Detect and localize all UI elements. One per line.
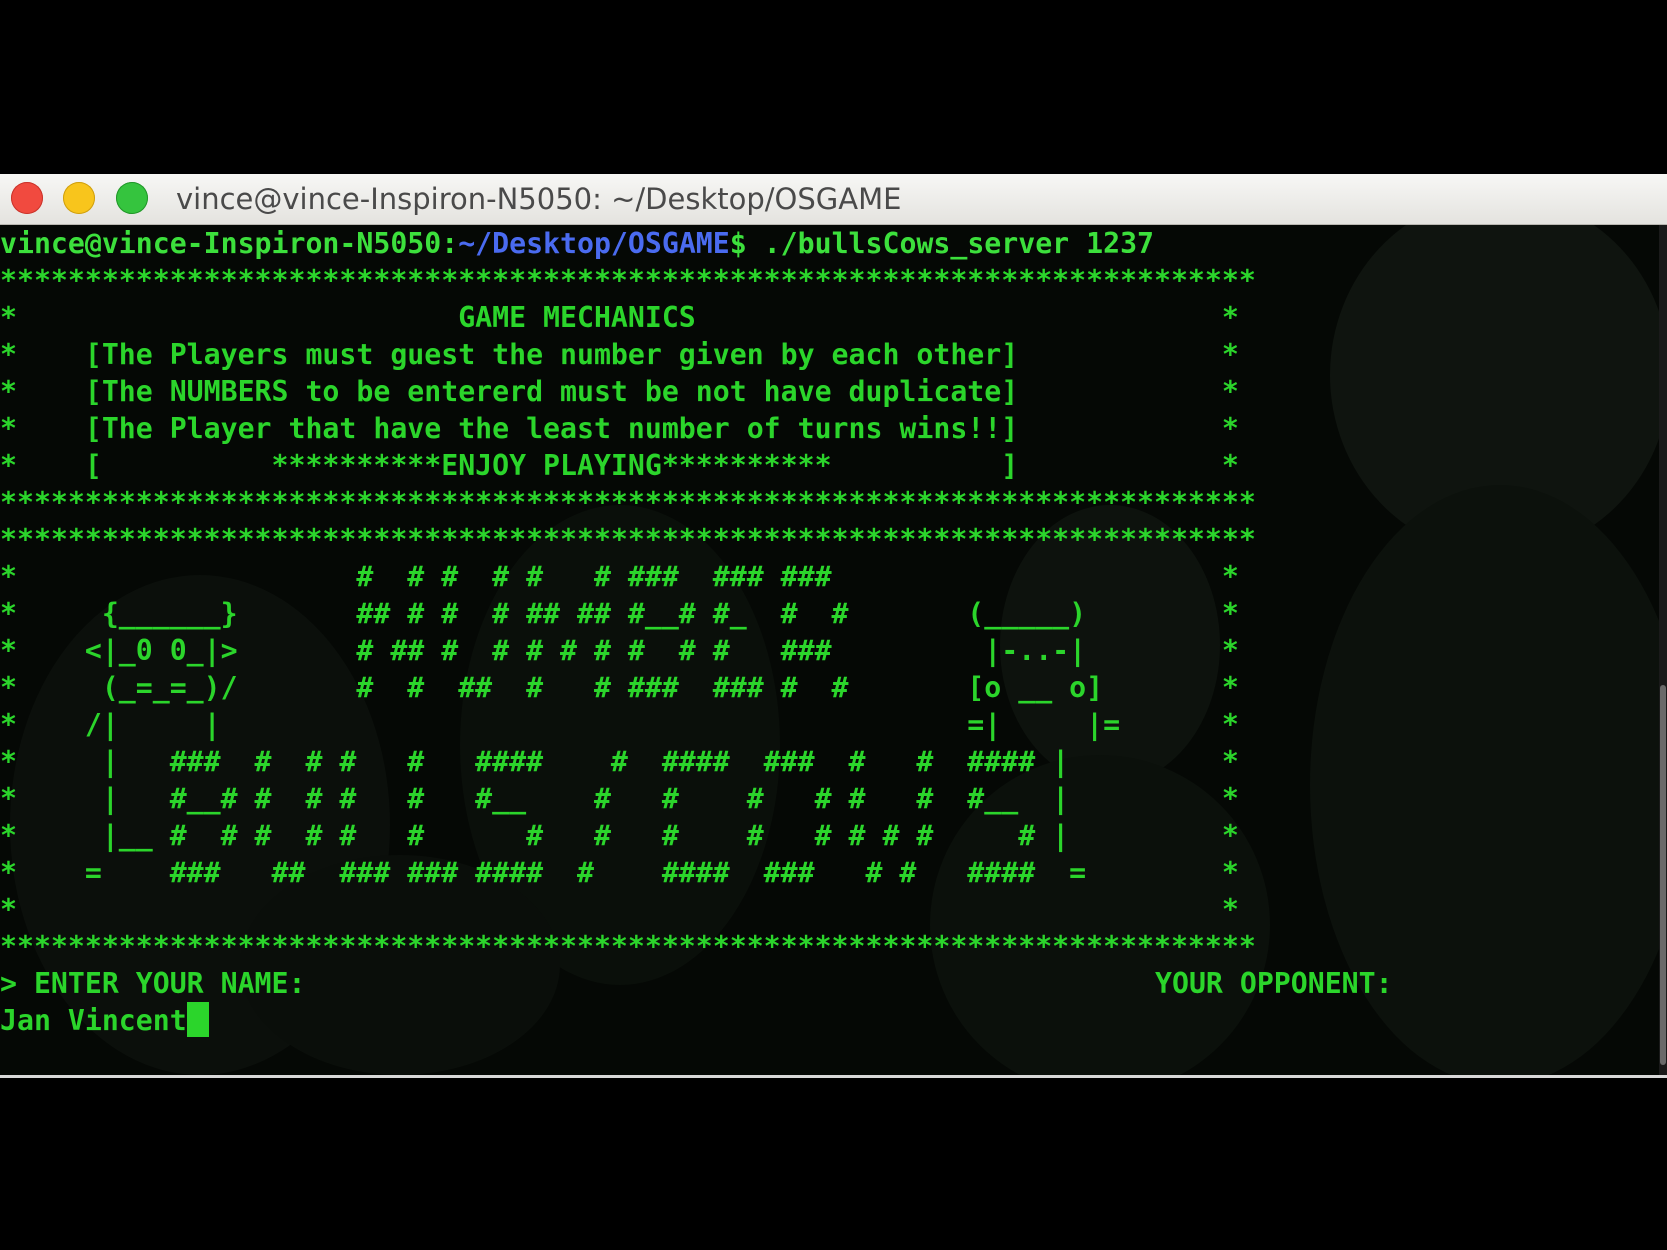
banner-line: * | ### # # # # #### # #### ### # # ####…	[0, 745, 1239, 778]
name-input-line[interactable]: Jan Vincent	[0, 1002, 209, 1039]
banner-line: * GAME MECHANICS *	[0, 301, 1239, 334]
prompt-line: vince@vince-Inspiron-N5050:~/Desktop/OSG…	[0, 225, 1660, 262]
banner-line: * [The Player that have the least number…	[0, 412, 1239, 445]
terminal-area[interactable]: vince@vince-Inspiron-N5050:~/Desktop/OSG…	[0, 225, 1667, 1075]
banner-line: * {______} ## # # # ## ## #__# #_ # # (_…	[0, 597, 1239, 630]
window-title: vince@vince-Inspiron-N5050: ~/Desktop/OS…	[176, 182, 902, 216]
window-bottom-edge	[0, 1075, 1667, 1078]
banner-line: * [The Players must guest the number giv…	[0, 338, 1239, 371]
terminal-window: vince@vince-Inspiron-N5050: ~/Desktop/OS…	[0, 174, 1667, 1082]
banner-line: * /| | =| |= *	[0, 708, 1239, 741]
close-button[interactable]	[11, 182, 43, 214]
banner-line: ****************************************…	[0, 486, 1256, 519]
terminal-output: vince@vince-Inspiron-N5050:~/Desktop/OSG…	[0, 225, 1660, 1075]
banner-line: ****************************************…	[0, 523, 1256, 556]
banner-line: * *	[0, 893, 1239, 926]
banner-line: * (_=_=_)/ # # ## # # ### ### # # [o __ …	[0, 671, 1239, 704]
scrollbar-thumb[interactable]	[1660, 685, 1666, 1065]
prompt-symbol: $	[729, 227, 764, 260]
minimize-button[interactable]	[63, 182, 95, 214]
prompt-path: ~/Desktop/OSGAME	[458, 227, 730, 260]
banner-line: ****************************************…	[0, 930, 1256, 963]
name-prompt: > ENTER YOUR NAME:	[0, 967, 306, 1000]
banner-line: * <|_0 0_|> # ## # # # # # # # # ### |-.…	[0, 634, 1239, 667]
text-cursor	[186, 1002, 209, 1037]
maximize-button[interactable]	[116, 182, 148, 214]
banner-line: * |__ # # # # # # # # # # # # # # # | *	[0, 819, 1239, 852]
banner-line: * = ### ## ### ### #### # #### ### # # #…	[0, 856, 1239, 889]
prompt-user-host: vince@vince-Inspiron-N5050:	[0, 227, 459, 260]
title-bar[interactable]: vince@vince-Inspiron-N5050: ~/Desktop/OS…	[0, 174, 1667, 225]
banner-line: * | #__# # # # # #__ # # # # # # #__ | *	[0, 782, 1239, 815]
scrollbar[interactable]	[1659, 225, 1667, 1075]
banner-line: * # # # # # # ### ### ### *	[0, 560, 1239, 593]
name-prompt-line: > ENTER YOUR NAME: YOUR OPPONENT:	[0, 965, 1500, 1002]
banner-line: * [ **********ENJOY PLAYING********** ] …	[0, 449, 1239, 482]
name-input[interactable]: Jan Vincent	[0, 1004, 187, 1037]
banner-line: * [The NUMBERS to be entererd must be no…	[0, 375, 1239, 408]
prompt-command: ./bullsCows_server 1237	[763, 227, 1155, 260]
opponent-label: YOUR OPPONENT:	[1155, 967, 1393, 1000]
banner-line: ****************************************…	[0, 264, 1256, 297]
